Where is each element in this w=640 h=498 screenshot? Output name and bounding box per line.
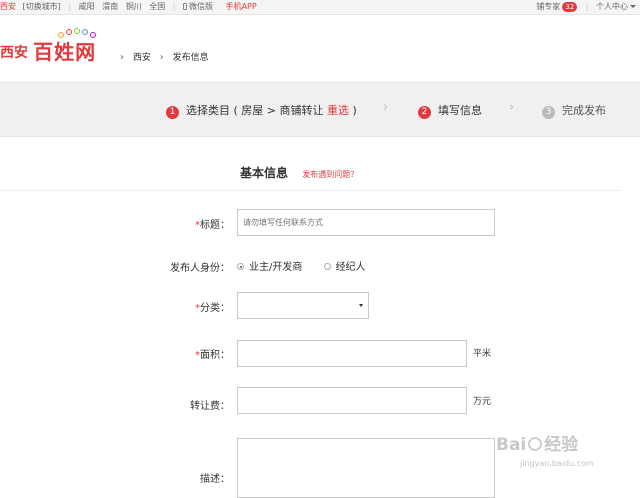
step1-label: 选择类目 ( 房屋 > 商铺转让 [186,104,324,117]
city-link-tongchuan[interactable]: 铜川 [126,2,142,11]
title-label: *标题： [195,220,230,231]
baidu-watermark: Bai 经验 [496,435,579,455]
help-link[interactable]: 发布遇到问题？ [302,170,358,179]
publisher-option-agent[interactable]: 经纪人 [323,262,366,273]
top-bar: 西安 [切换城市] | 咸阳 渭南 铜川 全国 | 微信版 手机APP 铺专家 3… [0,0,640,15]
phone-icon [183,3,188,10]
site-logo[interactable]: 西安 百姓网 [0,28,97,66]
transfer-fee-input[interactable] [237,387,467,414]
breadcrumb-current: 发布信息 [172,53,209,63]
user-links: 铺专家 32 | 个人中心 [536,0,636,14]
step-select-category: 1 选择类目 ( 房屋 > 商铺转让 重选 ) [166,102,357,119]
area-label: *面积： [195,350,230,361]
publisher-option-owner[interactable]: 业主/开发商 [237,262,302,273]
breadcrumb-city[interactable]: 西安 [133,53,151,63]
section-title: 基本信息 发布遇到问题？ [240,164,358,181]
radio-unchecked-icon [323,263,331,270]
city-link-national[interactable]: 全国 [149,2,165,11]
watermark-url: jingyan.baidu.com [520,459,594,468]
publisher-label: 发布人身份： [170,263,230,274]
transfer-fee-unit: 万元 [473,397,492,407]
radio-checked-icon [237,263,244,270]
logo-brand: 百姓网 [33,40,97,64]
transfer-fee-label: 转让费： [190,401,230,412]
user-center-label: 个人中心 [596,2,628,11]
city-link-xianyang[interactable]: 咸阳 [79,2,95,11]
step-number-2: 2 [418,106,431,119]
logo-city: 西安 [0,45,28,61]
chevron-right-icon: › [159,52,164,63]
wechat-link[interactable]: 微信版 [183,2,218,11]
user-center-menu[interactable]: 个人中心 [596,2,636,11]
description-textarea[interactable] [237,438,495,498]
reselect-link[interactable]: 重选 [327,104,349,117]
current-city: 西安 [0,2,16,11]
description-label: 描述： [200,474,230,485]
switch-city-link[interactable]: [切换城市] [23,2,61,11]
dropdown-arrow-icon [359,304,363,307]
progress-steps: 1 选择类目 ( 房屋 > 商铺转让 重选 ) › 2 填写信息 › 3 完成发布 [0,82,640,137]
category-select[interactable] [237,292,369,319]
step-number-3: 3 [542,106,555,119]
chevron-right-icon: › [120,52,124,63]
city-links: 西安 [切换城市] | 咸阳 渭南 铜川 全国 | 微信版 手机APP [0,0,262,14]
chevron-right-icon: › [509,100,515,115]
chevron-right-icon: › [383,100,389,115]
shop-expert-label: 铺专家 [536,2,561,11]
category-label: *分类： [195,303,230,314]
shop-expert-link[interactable]: 铺专家 32 [536,2,579,12]
step-fill-info: 2 填写信息 [418,102,482,119]
shop-expert-count-badge: 32 [562,2,578,12]
step-complete: 3 完成发布 [542,102,606,119]
paw-logo-icon [528,437,543,451]
chevron-down-icon [630,5,636,8]
area-unit: 平米 [473,349,492,359]
title-input[interactable] [237,209,495,236]
step-number-1: 1 [166,106,179,119]
publisher-radio-group: 业主/开发商 经纪人 [237,258,384,273]
breadcrumb: › 西安 › 发布信息 [114,50,209,63]
wechat-label: 微信版 [189,2,214,11]
divider: | [172,2,176,11]
step2-label: 填写信息 [438,104,482,117]
divider: | [68,2,72,11]
logo-dots-icon [58,28,98,38]
step1-close: ) [352,104,357,117]
basic-info-heading: 基本信息 [240,166,289,180]
area-input[interactable] [237,340,467,367]
divider: | [585,2,589,11]
mobile-app-link[interactable]: 手机APP [226,2,257,11]
header: 西安 百姓网 › 西安 › 发布信息 [0,16,640,82]
divider [0,190,620,191]
city-link-weinan[interactable]: 渭南 [102,2,118,11]
step3-label: 完成发布 [562,104,606,117]
